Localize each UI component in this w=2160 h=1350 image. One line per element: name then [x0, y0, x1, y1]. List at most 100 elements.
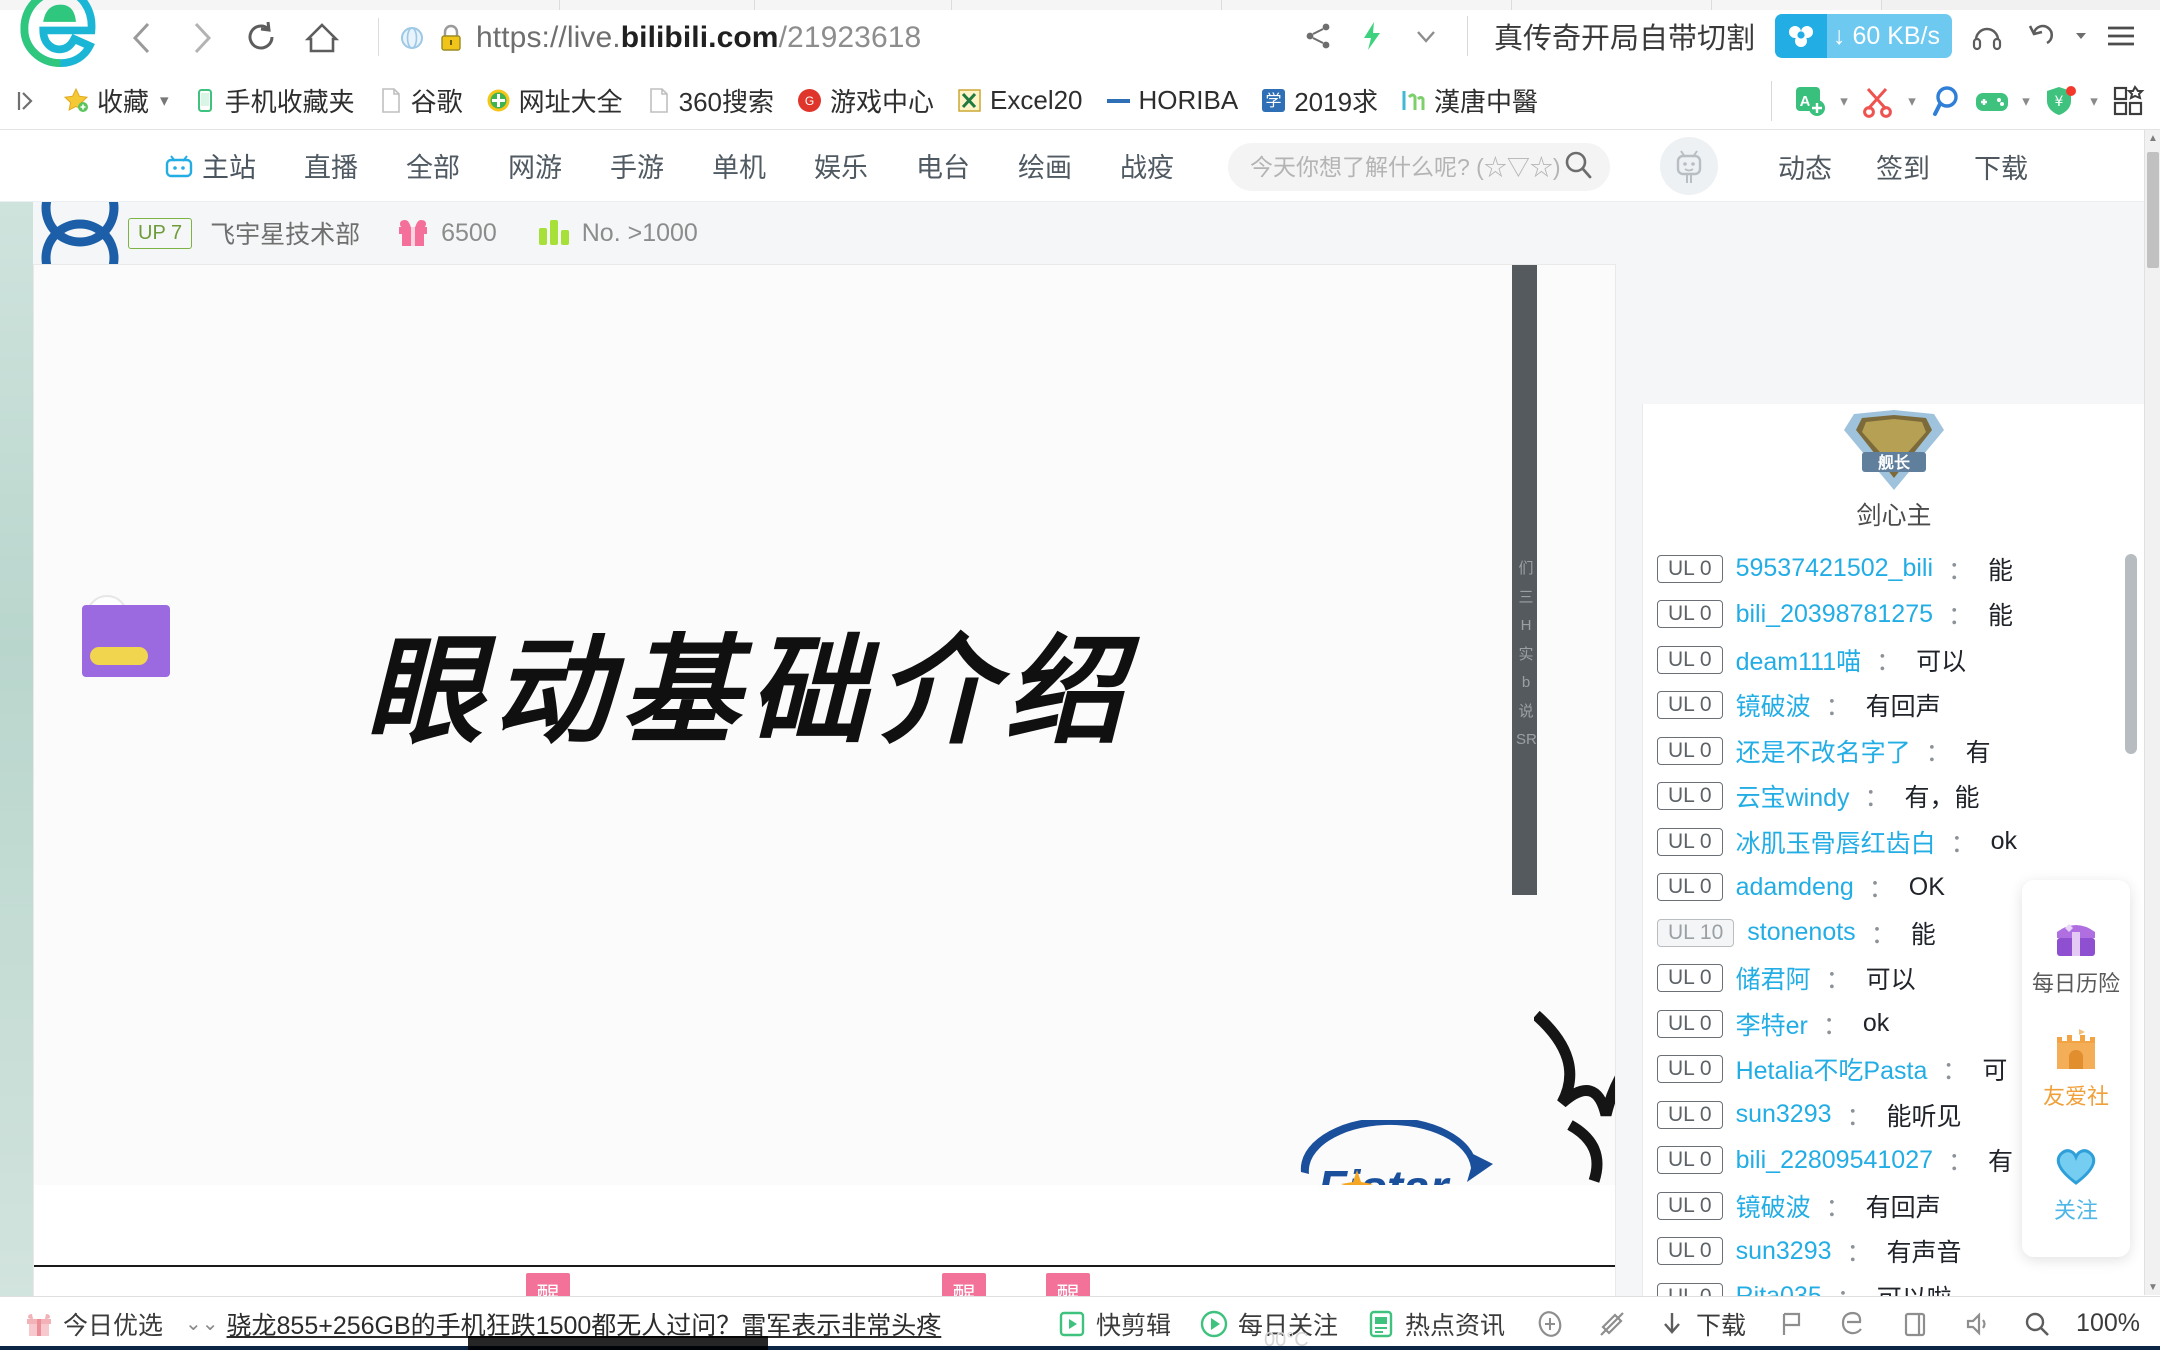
chat-username[interactable]: bili_20398781275	[1736, 600, 1933, 629]
search-input[interactable]	[1250, 153, 1562, 181]
address-bar[interactable]: https://live.bilibili.com/21923618	[398, 10, 921, 66]
header-link-checkin[interactable]: 签到	[1854, 147, 1952, 186]
video-stage[interactable]: 眼动基础介绍 们三H实b说SR Fistar	[34, 265, 1615, 1185]
undo-icon[interactable]	[2014, 6, 2068, 66]
header-link-download[interactable]: 下载	[1952, 147, 2050, 186]
chevron-down-icon[interactable]: ▾	[1902, 92, 1922, 110]
nav-item-all[interactable]: 全部	[382, 146, 484, 185]
bookmark-item-2019[interactable]: 学 2019求	[1249, 79, 1389, 123]
bookmark-item-hantang[interactable]: 漢唐中醫	[1389, 79, 1549, 123]
bookmarks-expand-icon[interactable]	[0, 88, 52, 114]
chat-username[interactable]: 镜破波	[1736, 687, 1811, 723]
chat-username[interactable]: 59537421502_bili	[1736, 554, 1933, 583]
chevron-down-icon[interactable]: ▾	[160, 91, 169, 111]
dock-item-follow[interactable]: 关注	[2049, 1139, 2103, 1225]
chat-username[interactable]: adamdeng	[1736, 873, 1854, 902]
chat-username[interactable]: 储君阿	[1736, 960, 1811, 996]
bookmark-item-360-search[interactable]: 360搜索	[634, 79, 785, 123]
dock-item-daily-adventure[interactable]: 每日历险	[2032, 912, 2120, 998]
tab-segment[interactable]	[560, 0, 755, 10]
chat-row[interactable]: UL 0 冰肌玉骨唇红齿白 ： ok	[1651, 819, 2146, 865]
scroll-down-arrow-icon[interactable]: ▼	[2145, 1279, 2160, 1295]
chat-username[interactable]: deam111喵	[1736, 642, 1862, 678]
page-scrollbar[interactable]: ▲ ▼	[2144, 130, 2160, 1295]
back-arrow-icon[interactable]	[112, 10, 172, 66]
bookmark-item-google[interactable]: 谷歌	[366, 79, 474, 123]
chat-row[interactable]: UL 0 还是不改名字了 ： 有	[1651, 728, 2146, 774]
streamer-name[interactable]: 飞宇星技术部	[210, 215, 360, 251]
status-reading-mode[interactable]	[1884, 1309, 1946, 1339]
bookmark-item-favorites[interactable]: 收藏 ▾	[52, 79, 180, 123]
bookmark-item-horiba[interactable]: HORIBA	[1094, 79, 1250, 123]
status-hot-news[interactable]: 热点资讯	[1352, 1306, 1519, 1342]
nav-item-main-site[interactable]: 主站	[140, 146, 280, 185]
chat-username[interactable]: 云宝windy	[1736, 778, 1850, 814]
nav-item-live[interactable]: 直播	[280, 146, 382, 185]
forward-arrow-icon[interactable]	[172, 10, 232, 66]
lightning-icon[interactable]	[1345, 6, 1399, 66]
status-quick-edit[interactable]: 快剪辑	[1043, 1306, 1185, 1342]
status-sound[interactable]	[1946, 1309, 2008, 1339]
status-ie-mode[interactable]	[1822, 1309, 1884, 1339]
chat-username[interactable]: 冰肌玉骨唇红齿白	[1736, 824, 1936, 860]
net-speed-indicator[interactable]: ↓ 60 KB/s	[1775, 14, 1952, 58]
header-link-dynamic[interactable]: 动态	[1756, 147, 1854, 186]
translate-icon[interactable]: A	[1788, 79, 1832, 123]
scissors-icon[interactable]	[1856, 79, 1900, 123]
status-today-deals[interactable]: 今日优选	[10, 1306, 177, 1342]
nav-item-entertainment[interactable]: 娱乐	[790, 146, 892, 185]
bookmark-item-excel20[interactable]: Excel20	[945, 79, 1094, 123]
chat-username[interactable]: sun3293	[1736, 1237, 1832, 1266]
nav-item-mobile-games[interactable]: 手游	[586, 146, 688, 185]
status-download[interactable]: 下载	[1643, 1306, 1760, 1342]
scroll-up-arrow-icon[interactable]: ▲	[2145, 130, 2160, 146]
status-search[interactable]	[2008, 1309, 2066, 1339]
chevron-double-down-icon[interactable]: ⌄⌄	[177, 1311, 227, 1336]
share-icon[interactable]	[1291, 6, 1345, 66]
status-ad-block[interactable]	[1519, 1309, 1581, 1339]
bookmark-item-phone-favorites[interactable]: 手机收藏夹	[180, 79, 366, 123]
status-flag[interactable]	[1760, 1309, 1822, 1339]
chat-username[interactable]: sun3293	[1736, 1100, 1832, 1129]
chat-row[interactable]: UL 0 bili_20398781275 ： 能	[1651, 592, 2146, 638]
reload-icon[interactable]	[232, 10, 292, 66]
status-zoom-level[interactable]: 100%	[2066, 1309, 2150, 1338]
tab-segment[interactable]	[755, 0, 952, 10]
chat-scrollbar-thumb[interactable]	[2125, 554, 2137, 754]
video-player-frame[interactable]: 眼动基础介绍 们三H实b说SR Fistar	[33, 264, 1616, 1350]
chevron-down-icon[interactable]	[1399, 6, 1453, 66]
nav-item-epidemic[interactable]: 战疫	[1096, 146, 1198, 185]
chat-row[interactable]: UL 0 59537421502_bili ： 能	[1651, 546, 2146, 592]
tab-segment[interactable]	[952, 0, 1222, 10]
taskbar-window-peek[interactable]	[468, 1336, 768, 1350]
undo-caret-icon[interactable]	[2068, 6, 2094, 66]
nav-item-online-games[interactable]: 网游	[484, 146, 586, 185]
nav-item-drawing[interactable]: 绘画	[994, 146, 1096, 185]
chat-username[interactable]: bili_22809541027	[1736, 1146, 1933, 1175]
headphone-icon[interactable]	[1960, 6, 2014, 66]
status-no-ad[interactable]	[1581, 1309, 1643, 1339]
home-icon[interactable]	[292, 10, 352, 66]
chat-username[interactable]: 李特er	[1736, 1006, 1808, 1042]
chat-row[interactable]: UL 0 镜破波 ： 有回声	[1651, 683, 2146, 729]
apps-grid-icon[interactable]	[2106, 79, 2150, 123]
magnifier-icon[interactable]	[1924, 79, 1968, 123]
chevron-down-icon[interactable]: ▾	[2084, 92, 2104, 110]
chat-username[interactable]: 还是不改名字了	[1736, 733, 1911, 769]
avatar[interactable]	[1660, 137, 1718, 195]
search-icon[interactable]	[1562, 149, 1594, 186]
chat-username[interactable]: 镜破波	[1736, 1188, 1811, 1224]
lock-warning-icon[interactable]	[438, 23, 464, 53]
url-text[interactable]: https://live.bilibili.com/21923618	[476, 21, 921, 55]
bookmark-item-website-directory[interactable]: 网址大全	[474, 79, 634, 123]
chat-row[interactable]: UL 0 云宝windy ： 有，能	[1651, 774, 2146, 820]
nav-item-radio[interactable]: 电台	[892, 146, 994, 185]
chevron-down-icon[interactable]: ▾	[1834, 92, 1854, 110]
gamepad-icon[interactable]	[1970, 79, 2014, 123]
chat-username[interactable]: Hetalia不吃Pasta	[1736, 1051, 1928, 1087]
hamburger-menu-icon[interactable]	[2094, 6, 2148, 66]
search-box[interactable]	[1228, 143, 1610, 191]
streamer-avatar[interactable]	[32, 202, 128, 264]
chevron-down-icon[interactable]: ▾	[2016, 92, 2036, 110]
page-scrollbar-thumb[interactable]	[2147, 152, 2159, 268]
